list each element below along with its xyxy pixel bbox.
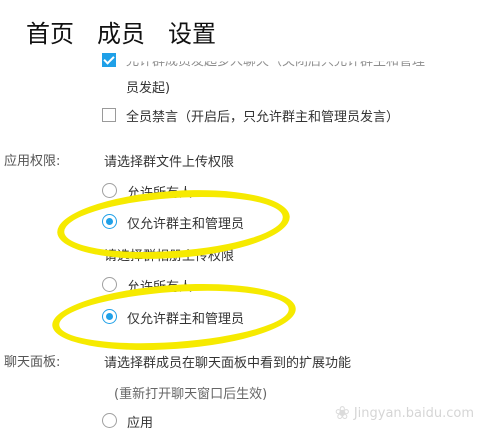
multi-chat-checkbox[interactable]	[102, 53, 116, 67]
mute-all-label: 全员禁言（开启后，只允许群主和管理员发言）	[126, 110, 400, 125]
app-permissions-label: 应用权限:	[4, 154, 61, 169]
album-upload-admin-only-label: 仅允许群主和管理员	[127, 312, 245, 327]
watermark: ❀ Jingyan.baidu.com	[335, 403, 474, 424]
file-upload-admin-only-radio[interactable]	[102, 214, 117, 229]
file-upload-admin-only-label: 仅允许群主和管理员	[127, 217, 245, 232]
multi-chat-label-tail: 员发起)	[126, 81, 171, 96]
top-nav: 首页 成员 设置	[26, 14, 216, 54]
file-upload-prompt: 请选择群文件上传权限	[104, 155, 235, 170]
album-upload-allow-all-radio[interactable]	[102, 277, 117, 292]
chat-panel-prompt: 请选择群成员在聊天面板中看到的扩展功能	[104, 356, 352, 371]
album-upload-allow-all-label: 允许所有人	[127, 280, 193, 295]
chat-panel-label: 聊天面板:	[4, 355, 61, 370]
paw-icon: ❀	[334, 403, 350, 424]
nav-home[interactable]: 首页	[26, 14, 74, 54]
nav-settings[interactable]: 设置	[168, 14, 216, 54]
album-upload-prompt: 请选择群相册上传权限	[104, 249, 235, 264]
file-upload-allow-all-radio[interactable]	[102, 183, 117, 198]
chat-panel-app-label: 应用	[127, 416, 154, 431]
chat-panel-app-radio[interactable]	[102, 413, 117, 428]
watermark-text: Jingyan.baidu.com	[353, 406, 474, 421]
nav-members[interactable]: 成员	[97, 14, 145, 54]
mute-all-checkbox[interactable]	[102, 108, 116, 122]
chat-panel-note: (重新打开聊天窗口后生效)	[114, 387, 268, 402]
album-upload-admin-only-radio[interactable]	[102, 309, 117, 324]
file-upload-allow-all-label: 允许所有人	[127, 186, 193, 201]
